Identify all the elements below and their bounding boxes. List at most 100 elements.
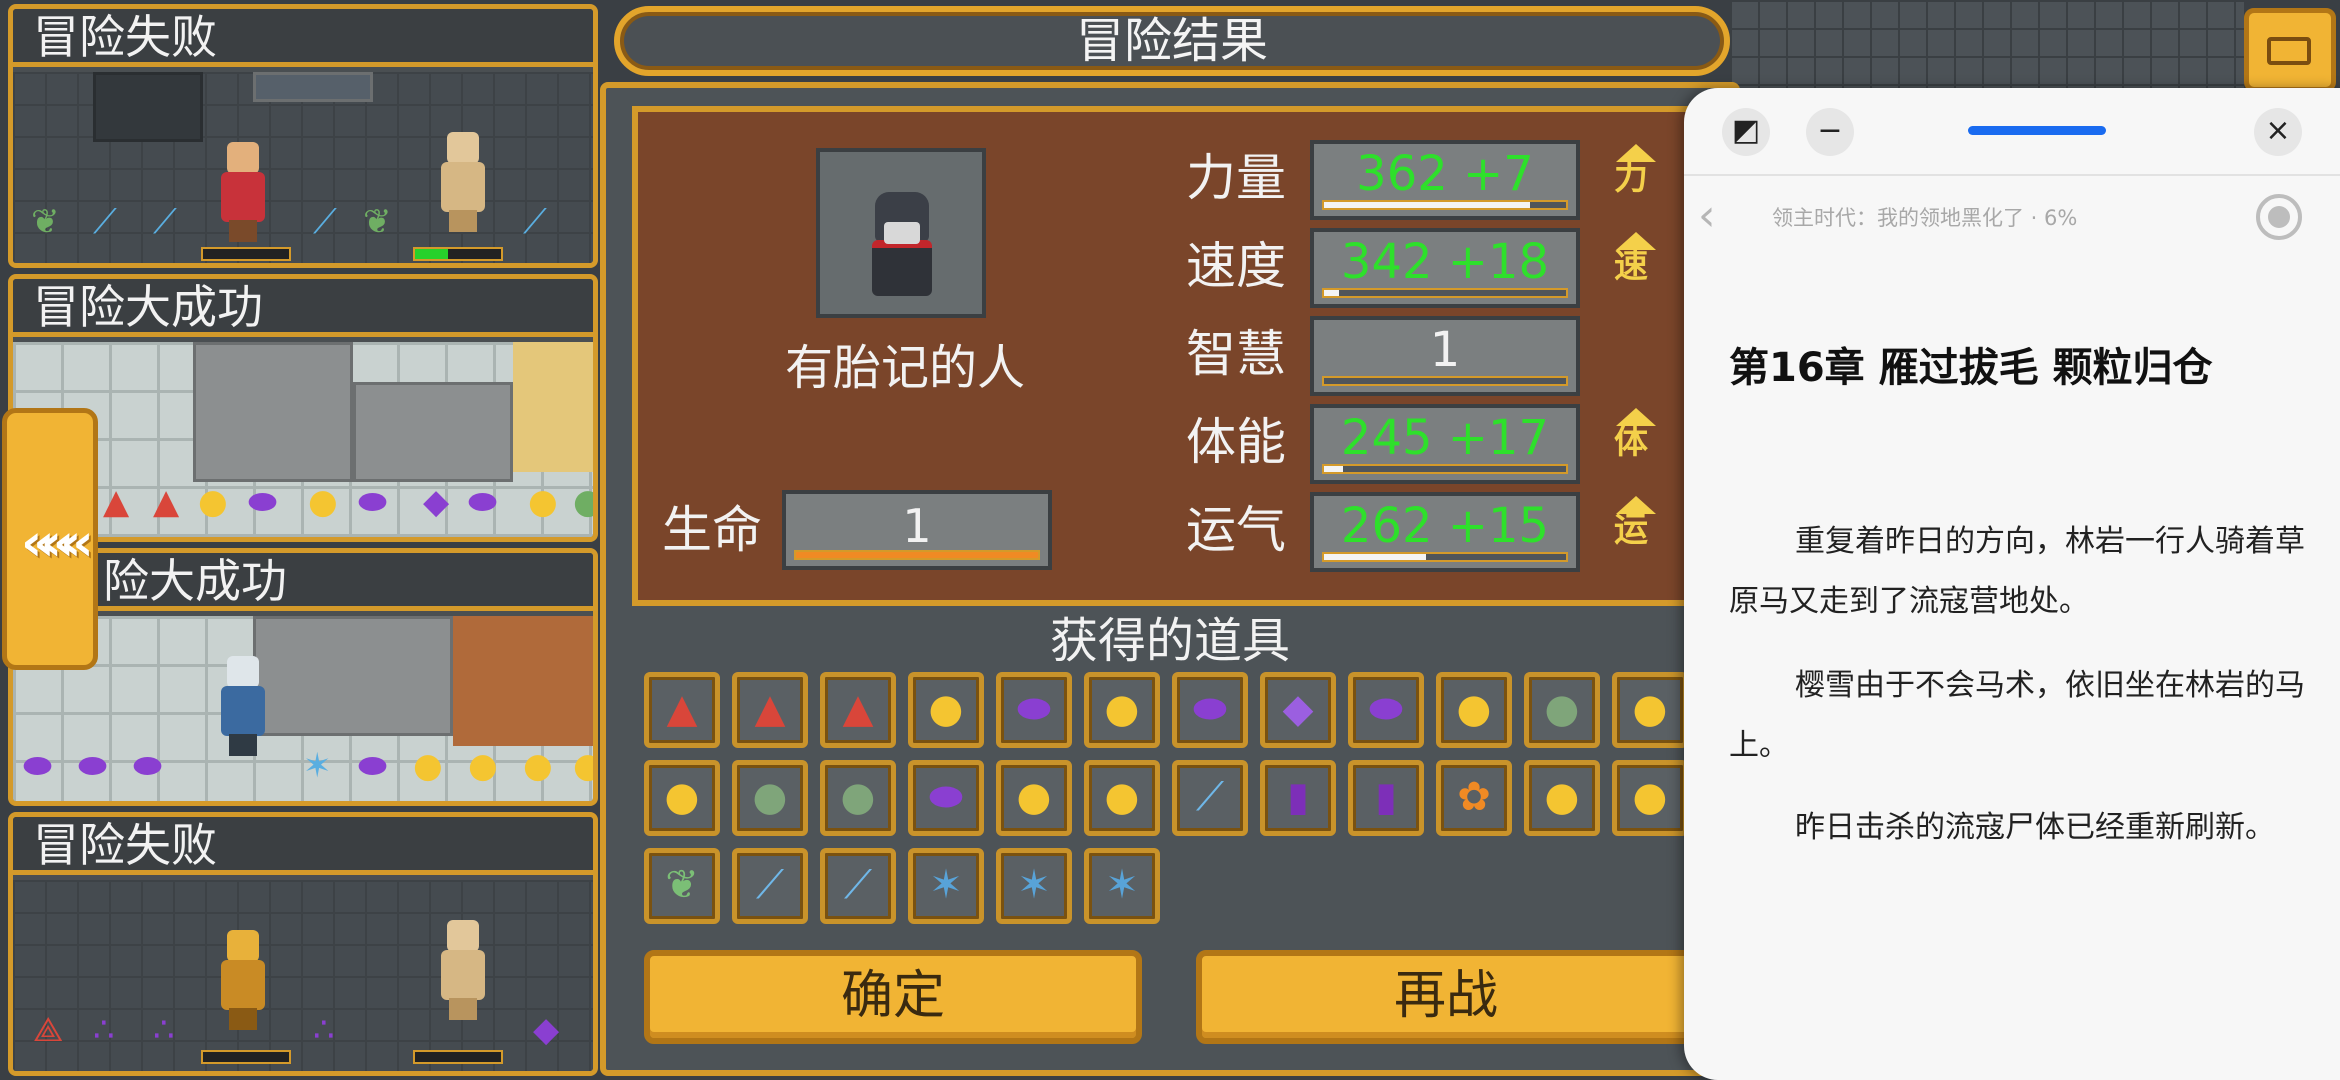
stone-block	[193, 342, 353, 482]
loot-icon: ⬬	[248, 482, 278, 522]
purple-gem-icon: ⬬	[1368, 686, 1404, 732]
loot-icon: ⬬	[78, 746, 108, 786]
life-label: 生命	[662, 501, 762, 559]
drag-handle[interactable]	[1968, 126, 2106, 135]
item-slot[interactable]: ◆	[1260, 672, 1336, 748]
close-button[interactable]: ×	[2254, 108, 2302, 156]
purple-gem-icon: ⬬	[928, 774, 964, 820]
item-slot[interactable]: ●	[1612, 672, 1688, 748]
item-slot[interactable]: ❦	[644, 848, 720, 924]
life-value: 1	[902, 499, 932, 553]
green-ore-icon: ●	[840, 774, 876, 820]
item-slot[interactable]: ●	[908, 672, 984, 748]
item-slot[interactable]: ●	[1436, 672, 1512, 748]
item-slot[interactable]: ▲	[644, 672, 720, 748]
item-slot[interactable]: ●	[1524, 760, 1600, 836]
item-slot[interactable]: ●	[996, 760, 1072, 836]
item-slot[interactable]: ✶	[996, 848, 1072, 924]
gold-ore-icon: ●	[1016, 774, 1052, 820]
item-slot[interactable]: ●	[732, 760, 808, 836]
green-ore-icon: ●	[752, 774, 788, 820]
blue-staff-icon: ⟋	[756, 862, 784, 908]
green-ore-icon: ●	[1544, 686, 1580, 732]
game-screen: 冒险失败 ❦ ⟋ ⟋ ⟋ ❦ ⟋ 冒险大成功 ▲ ▲ ● ⬬ ● ⬬ ◆ ⬬ ●…	[0, 0, 2340, 1080]
gold-ore-icon: ●	[664, 774, 700, 820]
stat-label-speed: 速度	[1186, 237, 1286, 295]
item-slot[interactable]: ▲	[820, 672, 896, 748]
page-title: 冒险结果	[1075, 13, 1268, 69]
loot-icon: ∴	[93, 1010, 115, 1050]
loot-icon: ❦	[31, 202, 60, 242]
gold-ore-icon: ●	[1104, 774, 1140, 820]
chapter-title: 第16章 雁过拔毛 颗粒归仓	[1729, 345, 2213, 391]
item-slot[interactable]: ●	[1612, 760, 1688, 836]
item-slot[interactable]: ⟋	[820, 848, 896, 924]
crystal-shard-icon: ✶	[929, 862, 963, 908]
collapse-tab-button[interactable]: «««	[2, 408, 98, 670]
item-slot[interactable]: ⬬	[908, 760, 984, 836]
loot-icon: ✶	[303, 746, 332, 786]
camera-icon	[2267, 37, 2311, 65]
item-slot[interactable]: ●	[820, 760, 896, 836]
stat-label-strength: 力量	[1186, 149, 1286, 207]
minimize-button[interactable]: −	[1806, 108, 1854, 156]
life-value-box: 1	[782, 490, 1052, 570]
stat-value: 362 +7	[1356, 146, 1534, 202]
log-scene: ▲ ▲ ● ⬬ ● ⬬ ◆ ⬬ ● ●	[13, 342, 593, 537]
log-scene: ⟁ ∴ ∴ ∴ ◆	[13, 880, 593, 1071]
gold-ore-icon: ●	[928, 686, 964, 732]
loot-icon: ⬬	[358, 482, 388, 522]
hero-sprite	[213, 930, 273, 1030]
item-slot[interactable]: ●	[1084, 760, 1160, 836]
split-screen-button[interactable]: ◩	[1722, 108, 1770, 156]
log-scene: ❦ ⟋ ⟋ ⟋ ❦ ⟋	[13, 72, 593, 263]
progress-icon[interactable]	[2256, 194, 2302, 240]
orange-flower-icon: ✿	[1457, 774, 1491, 820]
item-slot[interactable]: ⬬	[996, 672, 1072, 748]
adventure-log-4[interactable]: 冒险失败 ⟁ ∴ ∴ ∴ ◆	[8, 812, 598, 1076]
enemy-hp-bar	[413, 247, 503, 261]
loot-icon: ⬬	[468, 482, 498, 522]
item-slot[interactable]: ✿	[1436, 760, 1512, 836]
item-slot[interactable]: ⟋	[732, 848, 808, 924]
back-icon[interactable]: ‹	[1698, 188, 1716, 244]
hero-sprite	[213, 656, 273, 756]
item-slot[interactable]: ●	[1084, 672, 1160, 748]
result-header: 冒险结果	[614, 6, 1730, 76]
hero-sprite	[213, 142, 273, 242]
loot-icon: ●	[468, 746, 498, 786]
sand-area	[513, 342, 593, 472]
item-slot[interactable]: ●	[644, 760, 720, 836]
reader-nav: ‹ 领主时代：我的领地黑化了 · 6%	[1684, 188, 2340, 248]
purple-gem-icon: ⬬	[1016, 686, 1052, 732]
item-slot[interactable]: ⬬	[1172, 672, 1248, 748]
loot-icon: ⟋	[93, 202, 117, 242]
item-slot[interactable]: ✶	[908, 848, 984, 924]
camera-button[interactable]	[2244, 8, 2336, 92]
item-slot[interactable]: ⟋	[1172, 760, 1248, 836]
stat-label-wisdom: 智慧	[1186, 325, 1286, 383]
purple-potion-icon: ▮	[1374, 774, 1397, 820]
enemy-sprite	[433, 920, 493, 1020]
log-scene: ⬬ ⬬ ⬬ ✶ ⬬ ● ● ● ●	[13, 616, 593, 801]
character-name: 有胎记的人	[784, 340, 1025, 396]
stat-value: 262 +15	[1340, 498, 1550, 554]
item-slot[interactable]: ▮	[1260, 760, 1336, 836]
purple-potion-icon: ▮	[1286, 774, 1309, 820]
confirm-button[interactable]: 确定	[644, 950, 1142, 1044]
loot-icon: ⟋	[153, 202, 177, 242]
stat-box-strength: 362 +7	[1310, 140, 1580, 220]
item-slot[interactable]: ●	[1524, 672, 1600, 748]
loot-icon: ∴	[153, 1010, 175, 1050]
retry-button[interactable]: 再战	[1196, 950, 1696, 1044]
stat-box-wisdom: 1	[1310, 316, 1580, 396]
item-slot[interactable]: ✶	[1084, 848, 1160, 924]
item-slot[interactable]: ▮	[1348, 760, 1424, 836]
gold-ore-icon: ●	[1632, 686, 1668, 732]
enemy-sprite	[433, 132, 493, 232]
adventure-log-1[interactable]: 冒险失败 ❦ ⟋ ⟋ ⟋ ❦ ⟋	[8, 4, 598, 268]
item-slot[interactable]: ⬬	[1348, 672, 1424, 748]
stat-label-luck: 运气	[1186, 501, 1286, 559]
loot-icon: ⬬	[133, 746, 163, 786]
item-slot[interactable]: ▲	[732, 672, 808, 748]
